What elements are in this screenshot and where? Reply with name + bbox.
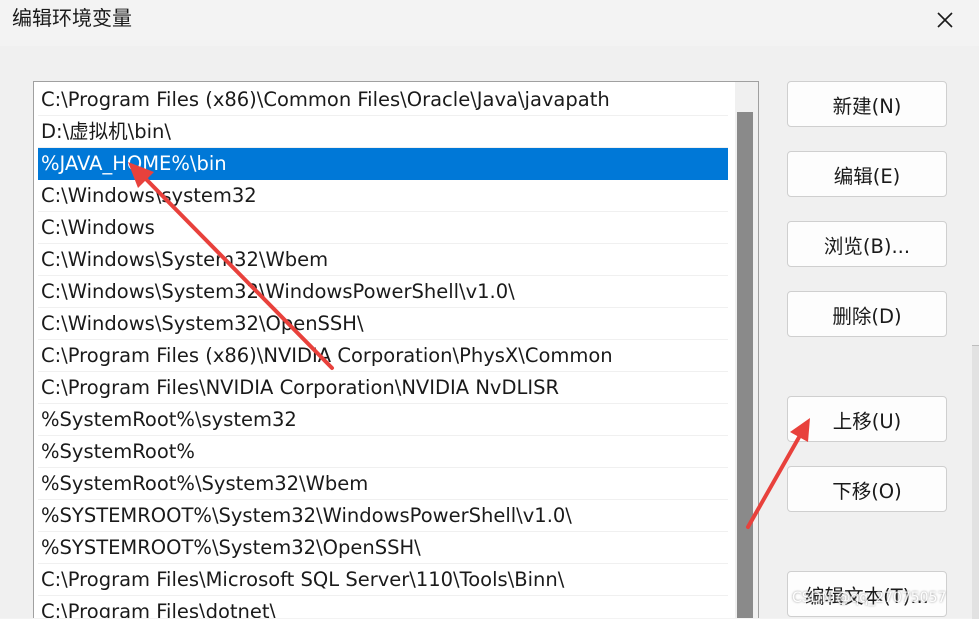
close-button[interactable] [922, 0, 968, 40]
path-list-item[interactable]: C:\Program Files\NVIDIA Corporation\NVID… [38, 372, 728, 404]
path-list-item[interactable]: %SYSTEMROOT%\System32\OpenSSH\ [38, 532, 728, 564]
path-list-item[interactable]: D:\虚拟机\bin\ [38, 116, 728, 148]
title-bar: 编辑环境变量 [0, 0, 979, 46]
watermark: CSDN @qq_27075057 [792, 590, 947, 606]
move-down-button[interactable]: 下移(O) [787, 466, 947, 512]
window-title: 编辑环境变量 [12, 6, 132, 30]
move-up-button[interactable]: 上移(U) [787, 396, 947, 442]
path-list-item[interactable]: %SystemRoot%\System32\Wbem [38, 468, 728, 500]
path-list[interactable]: C:\Program Files (x86)\Common Files\Orac… [33, 81, 759, 618]
browse-button[interactable]: 浏览(B)... [787, 221, 947, 267]
path-list-item[interactable]: C:\Windows\System32\WindowsPowerShell\v1… [38, 276, 728, 308]
scrollbar-thumb[interactable] [737, 112, 753, 618]
new-button[interactable]: 新建(N) [787, 81, 947, 127]
edit-button[interactable]: 编辑(E) [787, 151, 947, 197]
path-list-item[interactable]: %SystemRoot%\system32 [38, 404, 728, 436]
path-list-item[interactable]: C:\Program Files\dotnet\ [38, 596, 728, 618]
path-list-item-selected[interactable]: %JAVA_HOME%\bin [38, 148, 728, 180]
delete-button[interactable]: 删除(D) [787, 291, 947, 337]
path-list-item[interactable]: C:\Windows\system32 [38, 180, 728, 212]
path-list-item[interactable]: C:\Program Files\Microsoft SQL Server\11… [38, 564, 728, 596]
path-list-item[interactable]: C:\Windows\System32\OpenSSH\ [38, 308, 728, 340]
path-list-item[interactable]: %SystemRoot% [38, 436, 728, 468]
background-window-edge [972, 345, 979, 619]
path-list-item[interactable]: C:\Windows\System32\Wbem [38, 244, 728, 276]
vertical-scrollbar[interactable] [735, 82, 758, 618]
close-icon [937, 12, 953, 28]
path-list-item[interactable]: C:\Program Files (x86)\NVIDIA Corporatio… [38, 340, 728, 372]
path-list-item[interactable]: %SYSTEMROOT%\System32\WindowsPowerShell\… [38, 500, 728, 532]
path-list-item[interactable]: C:\Program Files (x86)\Common Files\Orac… [38, 84, 728, 116]
path-list-rows: C:\Program Files (x86)\Common Files\Orac… [38, 84, 728, 618]
path-list-item[interactable]: C:\Windows [38, 212, 728, 244]
